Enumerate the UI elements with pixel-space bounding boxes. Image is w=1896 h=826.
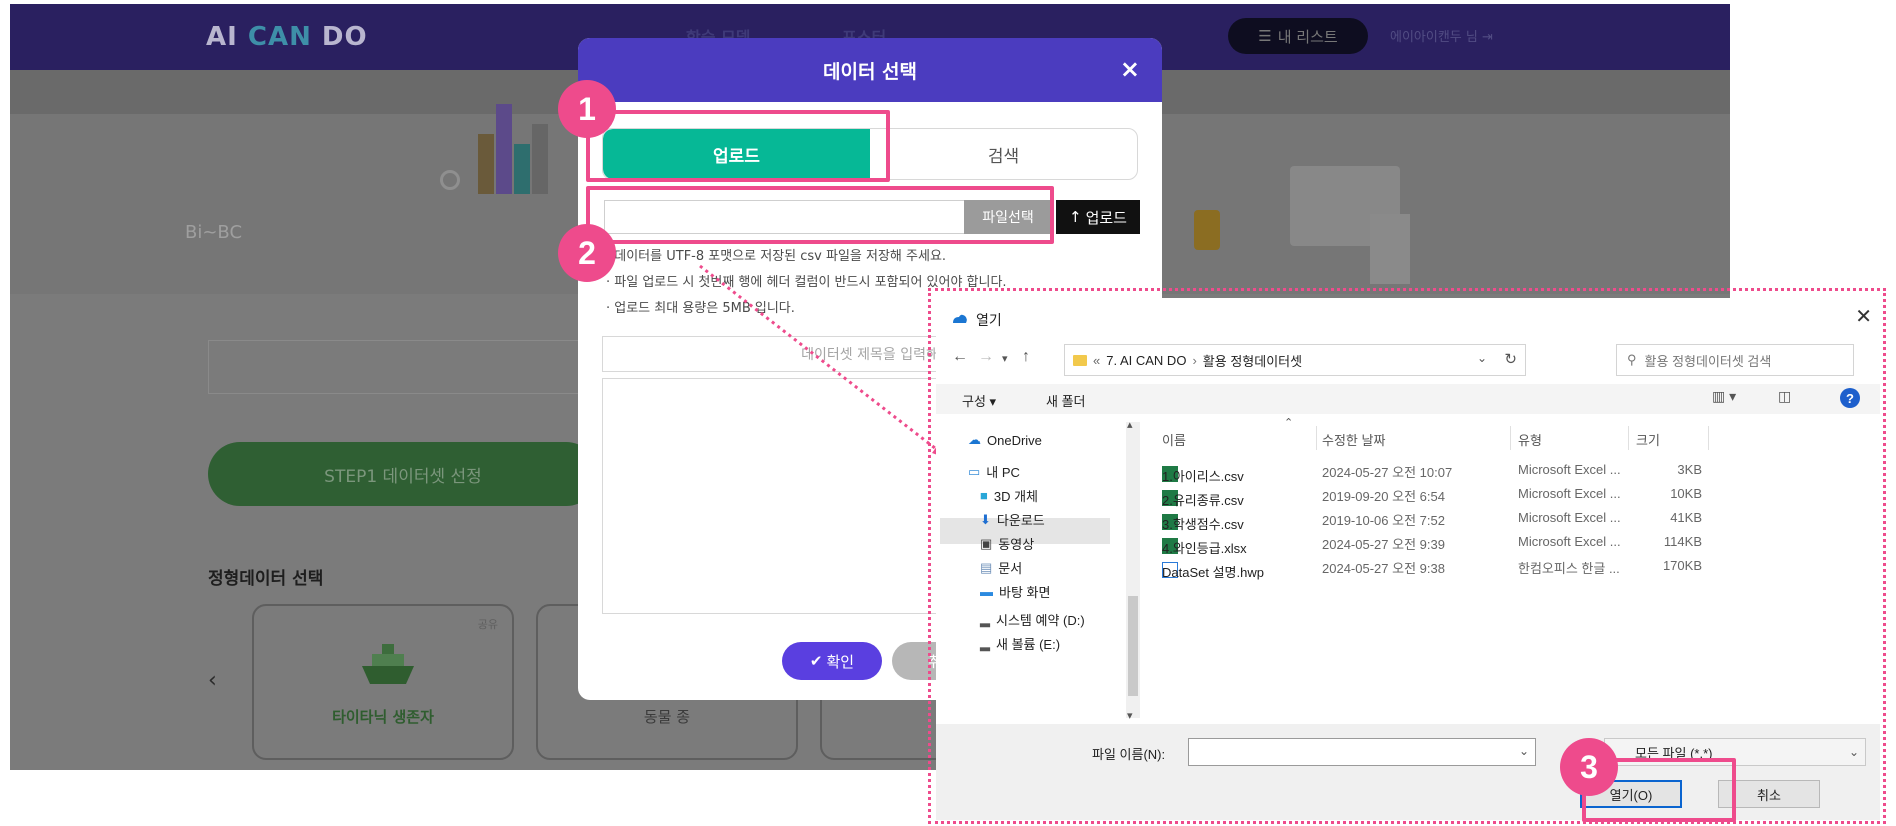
tree-item-documents[interactable]: ▤ 문서	[980, 558, 1022, 577]
tree-item-drive-d[interactable]: ▂ 시스템 예약 (D:)	[980, 610, 1085, 629]
refresh-icon[interactable]: ↻	[1504, 350, 1517, 368]
desktop-icon: ▬	[980, 584, 993, 599]
column-date[interactable]: 수정한 날짜	[1322, 430, 1385, 449]
column-separator	[1628, 426, 1629, 450]
breadcrumb-part[interactable]: 활용 정형데이터셋	[1203, 351, 1302, 370]
column-type[interactable]: 유형	[1518, 430, 1542, 449]
sort-asc-icon: ⌃	[1284, 417, 1294, 429]
cloud-icon: ☁	[968, 432, 981, 447]
dialog-title-bar: 열기	[952, 310, 1002, 330]
folder-icon	[1073, 354, 1087, 366]
folder-search-input[interactable]: ⚲ 활용 정형데이터셋 검색	[1616, 344, 1854, 376]
filename-label: 파일 이름(N):	[1092, 747, 1166, 762]
chevron-down-icon[interactable]: ⌄	[1477, 351, 1487, 365]
search-icon: ⚲	[1627, 352, 1637, 367]
organize-menu[interactable]: 구성 ▾	[962, 391, 996, 410]
scroll-up-icon[interactable]: ▴	[1127, 418, 1133, 431]
dialog-close-icon[interactable]: ✕	[1855, 304, 1872, 329]
scroll-down-icon[interactable]: ▾	[1127, 709, 1133, 722]
tree-item-3d[interactable]: ■ 3D 개체	[980, 486, 1038, 505]
step-badge-3: 3	[1560, 738, 1618, 796]
dialog-footer: 파일 이름(N): ⌄ 모든 파일 (*.*) ⌄ 열기(O) 취소	[936, 724, 1880, 820]
scroll-thumb[interactable]	[1128, 596, 1138, 696]
video-icon: ▣	[980, 535, 993, 551]
up-icon[interactable]: ↑	[1022, 348, 1030, 366]
tree-item-onedrive[interactable]: ☁ OneDrive	[968, 432, 1042, 448]
file-list: 이름 ⌃ 수정한 날짜 유형 크기 1.아이리스.csv 2024-05-27 …	[1142, 417, 1862, 718]
tree-scrollbar[interactable]: ▴ ▾	[1126, 419, 1140, 722]
filename-input[interactable]: ⌄	[1188, 738, 1536, 766]
file-row[interactable]: 4.와인등급.xlsx 2024-05-27 오전 9:39 Microsoft…	[1142, 530, 1862, 556]
preview-pane-icon[interactable]: ◫	[1778, 388, 1791, 405]
tree-item-drive-e[interactable]: ▂ 새 볼륨 (E:)	[980, 634, 1060, 653]
recent-dropdown-icon[interactable]: ▾	[1002, 352, 1008, 365]
column-separator	[1510, 426, 1511, 450]
file-row[interactable]: DataSet 설명.hwp 2024-05-27 오전 9:38 한컴오피스 …	[1142, 554, 1862, 580]
tree-item-downloads[interactable]: ⬇ 다운로드	[980, 510, 1045, 529]
chevron-down-icon[interactable]: ⌄	[1519, 744, 1529, 758]
navigation-tree: ☁ OneDrive ▭ 내 PC ■ 3D 개체 ⬇ 다운로드 ▣ 동영상 ▤ 문서 ▬ 바…	[936, 418, 1132, 718]
step-badge-2: 2	[558, 224, 616, 282]
file-open-dialog: 열기 ✕ ← → ▾ ↑ « 7. AI CAN DO › 활용 정형데이터셋 …	[936, 298, 1880, 820]
help-icon[interactable]: ?	[1840, 388, 1860, 408]
dialog-nav-row: ← → ▾ ↑ « 7. AI CAN DO › 활용 정형데이터셋 ⌄ ↻ ⚲…	[952, 342, 1872, 376]
new-folder-button[interactable]: 새 폴더	[1046, 391, 1086, 410]
breadcrumb-separator-icon: ›	[1192, 352, 1197, 368]
file-row[interactable]: 2.유리종류.csv 2019-09-20 오전 6:54 Microsoft …	[1142, 482, 1862, 508]
file-row[interactable]: 3.학생점수.csv 2019-10-06 오전 7:52 Microsoft …	[1142, 506, 1862, 532]
file-row[interactable]: 1.아이리스.csv 2024-05-27 오전 10:07 Microsoft…	[1142, 458, 1862, 484]
column-separator	[1708, 426, 1709, 450]
step-badge-1: 1	[558, 80, 616, 138]
drive-icon: ▂	[980, 611, 990, 627]
chevron-down-icon[interactable]: ⌄	[1849, 745, 1859, 759]
overflow-icon: «	[1093, 352, 1101, 368]
cube-icon: ■	[980, 488, 988, 503]
column-size[interactable]: 크기	[1636, 430, 1660, 449]
address-bar[interactable]: « 7. AI CAN DO › 활용 정형데이터셋 ⌄ ↻	[1064, 344, 1526, 376]
app-icon	[953, 314, 967, 323]
tree-item-videos[interactable]: ▣ 동영상	[980, 534, 1034, 553]
view-options-icon[interactable]: ▥ ▾	[1712, 388, 1736, 405]
dialog-title: 열기	[976, 312, 1002, 328]
computer-icon: ▭	[968, 463, 981, 479]
dialog-toolbar: 구성 ▾ 새 폴더 ▥ ▾ ◫ ?	[936, 384, 1880, 414]
tree-item-desktop[interactable]: ▬ 바탕 화면	[980, 582, 1050, 601]
document-icon: ▤	[980, 559, 993, 575]
forward-icon[interactable]: →	[978, 348, 994, 366]
back-icon[interactable]: ←	[952, 348, 968, 366]
column-separator	[1316, 426, 1317, 450]
drive-icon: ▂	[980, 635, 990, 651]
column-name[interactable]: 이름	[1162, 430, 1186, 449]
tree-item-pc[interactable]: ▭ 내 PC	[968, 462, 1020, 481]
screenshot-stage: AI CAN DO 학습 모델 포스터 ☰내 리스트 에이아이캔두 님 ⇥ Bi…	[0, 0, 1896, 826]
breadcrumb-part[interactable]: 7. AI CAN DO	[1106, 353, 1186, 368]
download-icon: ⬇	[980, 511, 991, 527]
